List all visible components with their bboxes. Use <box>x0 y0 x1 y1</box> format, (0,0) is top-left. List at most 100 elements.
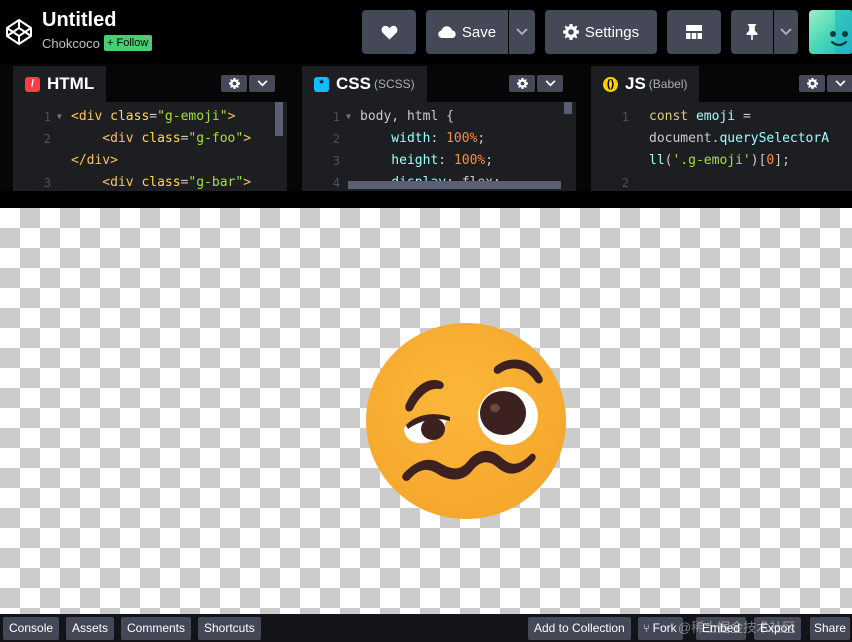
css-editor-header: * CSS (SCSS) <box>302 64 576 102</box>
author-name[interactable]: Chokcoco <box>42 36 100 51</box>
code-token: > <box>243 131 252 146</box>
code-line[interactable]: 2 width: 100%; <box>302 128 576 150</box>
code-token: = <box>742 109 751 124</box>
code-token: class <box>110 109 150 124</box>
save-button[interactable]: Save <box>426 10 508 54</box>
chevron-down-icon <box>257 80 267 87</box>
chevron-down-icon <box>545 80 555 87</box>
html-collapse-button[interactable] <box>249 75 275 92</box>
tab-html[interactable]: / HTML <box>13 66 107 102</box>
css-horizontal-scrollbar[interactable] <box>348 181 561 189</box>
gear-icon <box>562 24 579 40</box>
css-editor[interactable]: * CSS (SCSS) 1 ▼ body, html {2 width: 100%… <box>302 64 576 191</box>
html-editor[interactable]: / HTML 1 ▼ <div class="g-emoji"> 2 <div cla… <box>13 64 287 191</box>
code-token: '.g-emoji' <box>672 153 751 168</box>
code-token: <div <box>71 109 111 124</box>
code-token: ll <box>649 153 665 168</box>
line-number: 3 <box>43 176 51 190</box>
codepen-logo-icon[interactable] <box>4 17 34 47</box>
css-tab-preprocessor: (SCSS) <box>373 77 415 91</box>
fold-arrow-icon[interactable]: ▼ <box>57 106 62 128</box>
pin-button[interactable] <box>731 10 773 54</box>
comments-button[interactable]: Comments <box>121 617 192 640</box>
like-button[interactable] <box>362 10 416 54</box>
tab-js[interactable]: () JS (Babel) <box>591 66 700 102</box>
js-code-area[interactable]: 1 const emoji = document.querySelectorA ll(… <box>591 102 852 191</box>
line-number: 1 <box>332 110 340 124</box>
top-bar: Untitled Chokcoco + Follow Save Settings <box>0 0 852 64</box>
css-code-area[interactable]: 1 ▼ body, html {2 width: 100%; 3 height: 10… <box>302 102 576 191</box>
chevron-down-icon <box>835 80 845 87</box>
resize-divider[interactable] <box>0 191 852 208</box>
html-vertical-scrollbar[interactable] <box>275 102 283 136</box>
js-editor[interactable]: () JS (Babel) 1 const emoji = document.que… <box>591 64 852 191</box>
css-vertical-scrollbar[interactable] <box>564 102 572 114</box>
console-button[interactable]: Console <box>3 617 60 640</box>
css-settings-button[interactable] <box>509 75 535 92</box>
code-line[interactable]: 1 ▼ <div class="g-emoji"> <box>13 106 287 128</box>
code-line[interactable]: document.querySelectorA <box>591 128 852 150</box>
line-number: 2 <box>621 176 629 190</box>
add-to-collection-button[interactable]: Add to Collection <box>528 617 631 640</box>
code-line[interactable]: </div> <box>13 150 287 172</box>
result-preview[interactable] <box>0 208 852 614</box>
html-settings-button[interactable] <box>221 75 247 92</box>
share-button[interactable]: Share <box>810 617 851 640</box>
code-line[interactable]: 1 const emoji = <box>591 106 852 128</box>
watermark-text: @稀土掘金技术社区 <box>678 620 796 635</box>
js-settings-button[interactable] <box>799 75 825 92</box>
html-tab-label: HTML <box>47 74 95 93</box>
pen-title[interactable]: Untitled <box>42 9 116 32</box>
layout-button[interactable] <box>667 10 721 54</box>
fork-icon: ⑂ <box>643 623 653 635</box>
follow-button[interactable]: + Follow <box>104 35 153 51</box>
fork-button[interactable]: ⑂ Fork <box>638 617 683 640</box>
code-token: 100% <box>446 131 478 146</box>
code-token: : <box>438 153 454 168</box>
settings-label: Settings <box>584 23 640 41</box>
html-lang-icon: / <box>25 76 40 92</box>
code-line[interactable]: 2 <div class="g-foo"> <box>13 128 287 150</box>
tab-css[interactable]: * CSS (SCSS) <box>302 66 427 102</box>
editor-panels: / HTML 1 ▼ <div class="g-emoji"> 2 <div cla… <box>0 64 852 191</box>
css-collapse-button[interactable] <box>537 75 563 92</box>
js-tab-label: JS <box>625 74 646 93</box>
js-lang-icon: () <box>603 76 618 92</box>
code-token: "g-bar" <box>188 175 244 190</box>
fold-arrow-icon[interactable]: ▼ <box>346 106 351 128</box>
save-options-button[interactable] <box>509 10 535 54</box>
heart-icon <box>381 25 397 39</box>
pin-options-button[interactable] <box>774 10 798 54</box>
code-line[interactable]: 2 <box>591 172 852 191</box>
code-token: > <box>227 109 236 124</box>
code-line[interactable]: 3 <div class="g-bar"> <box>13 172 287 191</box>
cloud-icon <box>438 26 456 38</box>
code-line[interactable]: ll('.g-emoji')[0]; <box>591 150 852 172</box>
code-token: : <box>430 131 447 146</box>
code-token: "g-emoji" <box>157 109 228 124</box>
html-editor-header: / HTML <box>13 64 287 102</box>
chevron-down-icon <box>516 28 528 36</box>
js-tab-preprocessor: (Babel) <box>648 77 688 91</box>
code-token: "g-foo" <box>188 131 244 146</box>
code-token: > <box>243 175 252 190</box>
code-line[interactable]: 1 ▼ body, html { <box>302 106 576 128</box>
html-code-area[interactable]: 1 ▼ <div class="g-emoji"> 2 <div class="g-f… <box>13 102 287 191</box>
shortcuts-button[interactable]: Shortcuts <box>198 617 261 640</box>
save-label: Save <box>461 23 497 41</box>
pin-icon <box>746 24 758 40</box>
code-token: ]; <box>774 153 790 168</box>
settings-button[interactable]: Settings <box>545 10 657 54</box>
gear-icon <box>228 78 240 89</box>
code-token: const <box>649 109 696 124</box>
code-text: <div class="g-emoji"> <box>71 106 235 128</box>
code-line[interactable]: 3 height: 100%; <box>302 150 576 172</box>
avatar-smiley-icon <box>830 10 852 54</box>
code-text: width: 100%; <box>360 128 485 150</box>
js-collapse-button[interactable] <box>827 75 852 92</box>
layout-grid-icon <box>686 25 702 39</box>
user-avatar[interactable] <box>809 10 852 54</box>
code-text: ll('.g-emoji')[0]; <box>649 150 790 172</box>
assets-button[interactable]: Assets <box>66 617 115 640</box>
gear-icon <box>516 78 528 89</box>
